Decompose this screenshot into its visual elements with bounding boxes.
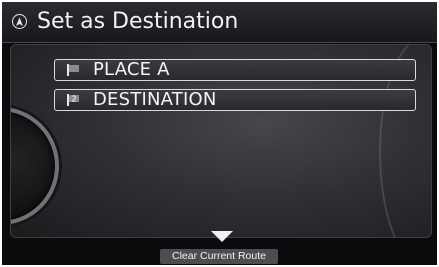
page-title: Set as Destination — [37, 9, 239, 34]
dial-knob-decoration — [11, 107, 59, 225]
list-item-label: DESTINATION — [93, 89, 217, 110]
navigation-screen: Set as Destination PLACE A 2 DESTINATION… — [2, 2, 437, 265]
destination-list-panel: PLACE A 2 DESTINATION — [10, 44, 432, 238]
clear-current-route-button[interactable]: Clear Current Route — [160, 249, 278, 264]
list-item-label: PLACE A — [93, 59, 170, 80]
chevron-down-icon[interactable] — [211, 231, 233, 242]
title-bar: Set as Destination — [2, 2, 437, 43]
flag-icon — [67, 64, 79, 76]
compass-north-icon — [12, 14, 27, 29]
destination-badge: 2 — [71, 95, 76, 104]
list-item-place-a[interactable]: PLACE A — [54, 59, 416, 81]
list-item-destination[interactable]: 2 DESTINATION — [54, 89, 416, 111]
destination-2-flag-icon: 2 — [67, 94, 79, 106]
